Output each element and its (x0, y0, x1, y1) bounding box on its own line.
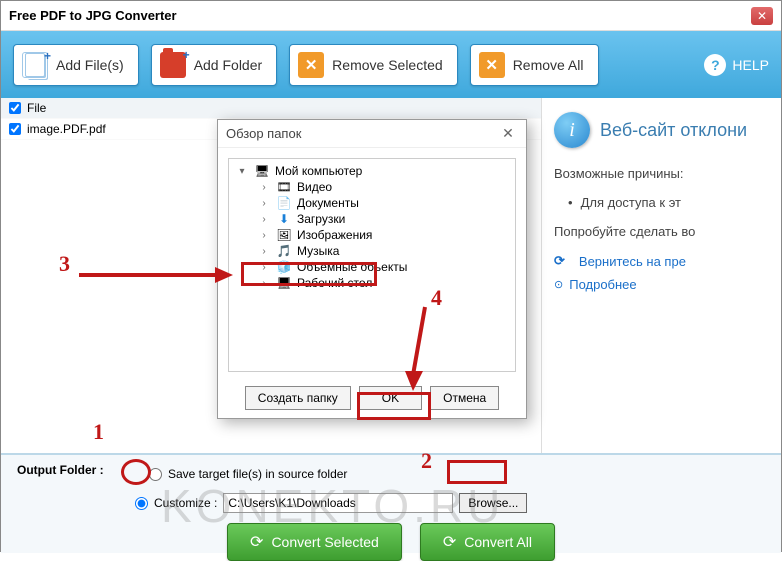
tree-item-label: Объемные объекты (297, 260, 407, 274)
back-link[interactable]: Вернитесь на пре (554, 253, 769, 269)
refresh-icon (250, 532, 263, 552)
side-panel: i Веб-сайт отклони Возможные причины: Дл… (541, 98, 781, 453)
tree-item-label: Загрузки (297, 212, 345, 226)
obj-icon (276, 260, 292, 274)
browse-folder-dialog: Обзор папок ✕ ▾ Мой компьютер › Видео › Док… (217, 119, 527, 419)
expand-icon[interactable]: › (257, 230, 271, 241)
video-icon (276, 180, 292, 194)
try-heading: Попробуйте сделать во (554, 224, 769, 239)
tree-item-label: Документы (297, 196, 359, 210)
file-plus-icon (22, 52, 48, 78)
music-icon (276, 244, 292, 258)
ok-button[interactable]: OK (359, 386, 422, 410)
file-name: image.PDF.pdf (27, 122, 106, 136)
reason-item: Для доступа к эт (554, 195, 769, 210)
expand-icon[interactable]: › (257, 246, 271, 257)
dialog-buttons: Создать папку OK Отмена (218, 378, 526, 418)
refresh-icon (443, 532, 456, 552)
reasons-heading: Возможные причины: (554, 166, 769, 181)
remove-icon (298, 52, 324, 78)
tree-item[interactable]: › Рабочий стол (229, 275, 515, 291)
tree-item-label: Музыка (297, 244, 339, 258)
help-icon: ? (704, 54, 726, 76)
watermark: KONEKTO.RU (161, 479, 504, 533)
help-button[interactable]: ? HELP (704, 54, 769, 76)
more-link[interactable]: ⊙ Подробнее (554, 277, 769, 292)
window-title: Free PDF to JPG Converter (9, 8, 751, 23)
tree-item-label: Изображения (297, 228, 372, 242)
add-files-button[interactable]: Add File(s) (13, 44, 139, 86)
img-icon (276, 228, 292, 242)
toolbar: Add File(s) Add Folder Remove Selected R… (1, 31, 781, 98)
tree-item-label: Рабочий стол (297, 276, 372, 290)
tree-item[interactable]: › Загрузки (229, 211, 515, 227)
add-folder-button[interactable]: Add Folder (151, 44, 277, 86)
add-folder-label: Add Folder (194, 57, 262, 73)
tree-item[interactable]: › Документы (229, 195, 515, 211)
output-label: Output Folder : (17, 463, 104, 477)
file-column-header: File (27, 101, 46, 115)
titlebar: Free PDF to JPG Converter ✕ (1, 1, 781, 31)
tree-item[interactable]: › Видео (229, 179, 515, 195)
tree-item[interactable]: › Изображения (229, 227, 515, 243)
folder-tree[interactable]: ▾ Мой компьютер › Видео › Документы › Загрузк… (228, 158, 516, 372)
folder-plus-icon (160, 52, 186, 78)
info-icon: i (554, 112, 590, 148)
tree-item[interactable]: › Объемные объекты (229, 259, 515, 275)
dialog-close-icon[interactable]: ✕ (498, 124, 518, 144)
docs-icon (276, 196, 292, 210)
expand-icon[interactable]: › (257, 262, 271, 273)
expand-icon[interactable]: › (257, 278, 271, 289)
info-header: i Веб-сайт отклони (554, 112, 769, 148)
customize-radio[interactable] (135, 497, 148, 510)
remove-all-label: Remove All (513, 57, 584, 73)
chevron-down-icon: ⊙ (554, 278, 563, 291)
computer-icon (254, 164, 270, 178)
remove-icon (479, 52, 505, 78)
down-icon (276, 212, 292, 226)
close-icon[interactable]: ✕ (751, 7, 773, 25)
help-label: HELP (732, 57, 769, 73)
tree-root[interactable]: ▾ Мой компьютер (229, 163, 515, 179)
remove-selected-button[interactable]: Remove Selected (289, 44, 458, 86)
desk-icon (276, 276, 292, 290)
expand-icon[interactable]: ▾ (235, 166, 249, 177)
remove-all-button[interactable]: Remove All (470, 44, 599, 86)
file-checkbox[interactable] (9, 123, 21, 135)
expand-icon[interactable]: › (257, 198, 271, 209)
new-folder-button[interactable]: Создать папку (245, 386, 351, 410)
select-all-checkbox[interactable] (9, 102, 21, 114)
dialog-title: Обзор папок (226, 126, 301, 141)
expand-icon[interactable]: › (257, 182, 271, 193)
tree-item[interactable]: › Музыка (229, 243, 515, 259)
dialog-titlebar: Обзор папок ✕ (218, 120, 526, 148)
file-list-header: File (1, 98, 541, 119)
tree-item-label: Видео (297, 180, 332, 194)
remove-selected-label: Remove Selected (332, 57, 443, 73)
info-title: Веб-сайт отклони (600, 120, 747, 141)
add-files-label: Add File(s) (56, 57, 124, 73)
expand-icon[interactable]: › (257, 214, 271, 225)
cancel-button[interactable]: Отмена (430, 386, 499, 410)
